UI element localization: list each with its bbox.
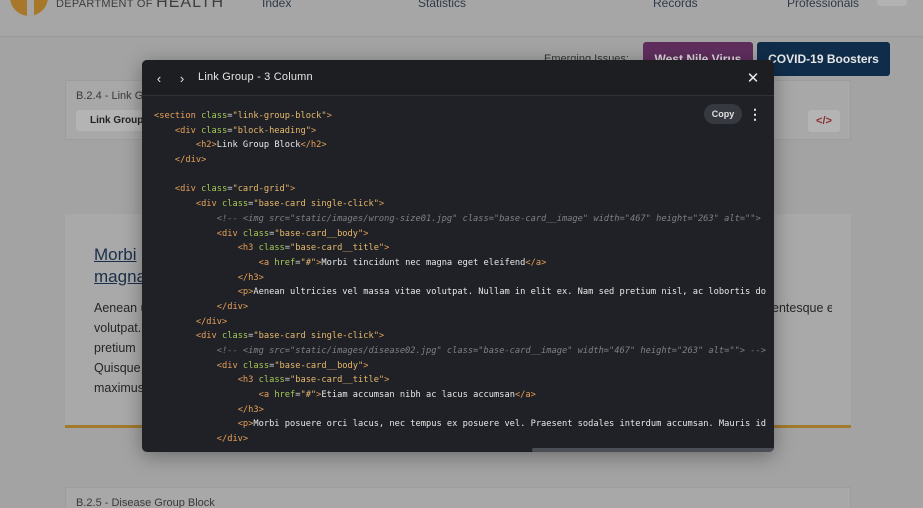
code-line: </h3> [237, 272, 264, 283]
logo-text[interactable]: DEPARTMENT OF HEALTH [56, 0, 224, 12]
code-block[interactable]: <section class="link-group-block"> <div … [154, 109, 766, 447]
next-button[interactable]: › [173, 69, 191, 87]
code-line: <h3 class="base-card__title"> [237, 375, 390, 386]
code-modal: ‹ › Link Group - 3 Column ✕ <section cla… [142, 60, 774, 452]
code-line: </h3> [237, 404, 264, 415]
code-toggle-button[interactable]: </> [808, 110, 840, 132]
code-line: <div class="base-card__body"> [216, 228, 369, 239]
link-group-tab-button[interactable]: Link Group [76, 110, 146, 131]
code-line: <!-- <img src="static/images/wrong-size0… [216, 213, 761, 224]
chevron-left-icon: ‹ [156, 70, 162, 86]
modal-title: Link Group - 3 Column [198, 71, 313, 83]
code-line: <h3 class="base-card__title"> [237, 243, 390, 254]
section-b25-title: B.2.5 - Disease Group Block [76, 497, 215, 508]
nav-item-records[interactable]: Records [653, 0, 698, 10]
code-line: <div class="base-card__body"> [216, 360, 369, 371]
code-line: </div> [195, 316, 228, 327]
code-line: <div class="card-grid"> [174, 184, 296, 195]
logo-text-small: DEPARTMENT OF [56, 0, 153, 10]
covid-boosters-button[interactable]: COVID-19 Boosters [757, 42, 890, 76]
code-line: </div> [174, 155, 207, 166]
close-button[interactable]: ✕ [744, 69, 762, 87]
card-body-right: entesque eleifend. quis nibh [772, 301, 832, 315]
code-line: <div class="block-heading"> [174, 125, 317, 136]
close-icon: ✕ [746, 70, 760, 87]
code-line: </div> [216, 301, 249, 312]
code-line: <a href="#">Etiam accumsan nibh ac lacus… [258, 390, 536, 401]
code-line: <p>Morbi posuere orci lacus, nec tempus … [237, 419, 766, 430]
nav-item-professionals[interactable]: Professionals [787, 0, 859, 10]
copy-button[interactable]: Copy [704, 104, 742, 124]
logo-text-big: HEALTH [156, 0, 225, 11]
horizontal-scrollbar[interactable] [532, 448, 774, 452]
modal-header: ‹ › Link Group - 3 Column ✕ [142, 60, 774, 96]
previous-button[interactable]: ‹ [150, 69, 168, 87]
code-line: <a href="#">Morbi tincidunt nec magna eg… [258, 257, 547, 268]
code-line: <!-- <img src="static/images/disease02.j… [216, 346, 766, 356]
nav-item-index[interactable]: Index [262, 0, 291, 10]
more-options-button[interactable]: ⋮ [748, 104, 762, 124]
more-vertical-icon: ⋮ [748, 105, 762, 122]
code-line: <div class="base-card single-click"> [195, 199, 385, 210]
code-line: <div class="base-card single-click"> [195, 331, 385, 342]
nav-item-statistics[interactable]: Statistics [418, 0, 466, 10]
code-line: <section class="link-group-block"> [154, 111, 332, 121]
section-b24-title: B.2.4 - Link G [76, 90, 144, 102]
logo-icon[interactable] [10, 0, 48, 16]
code-line: <p>Aenean ultricies vel massa vitae volu… [237, 287, 766, 298]
header-menu-button[interactable] [877, 0, 907, 6]
chevron-right-icon: › [179, 70, 185, 86]
code-line: </div> [216, 434, 249, 445]
site-header: DEPARTMENT OF HEALTH Index Statistics Re… [0, 0, 923, 37]
code-line: <h2>Link Group Block</h2> [195, 140, 327, 151]
